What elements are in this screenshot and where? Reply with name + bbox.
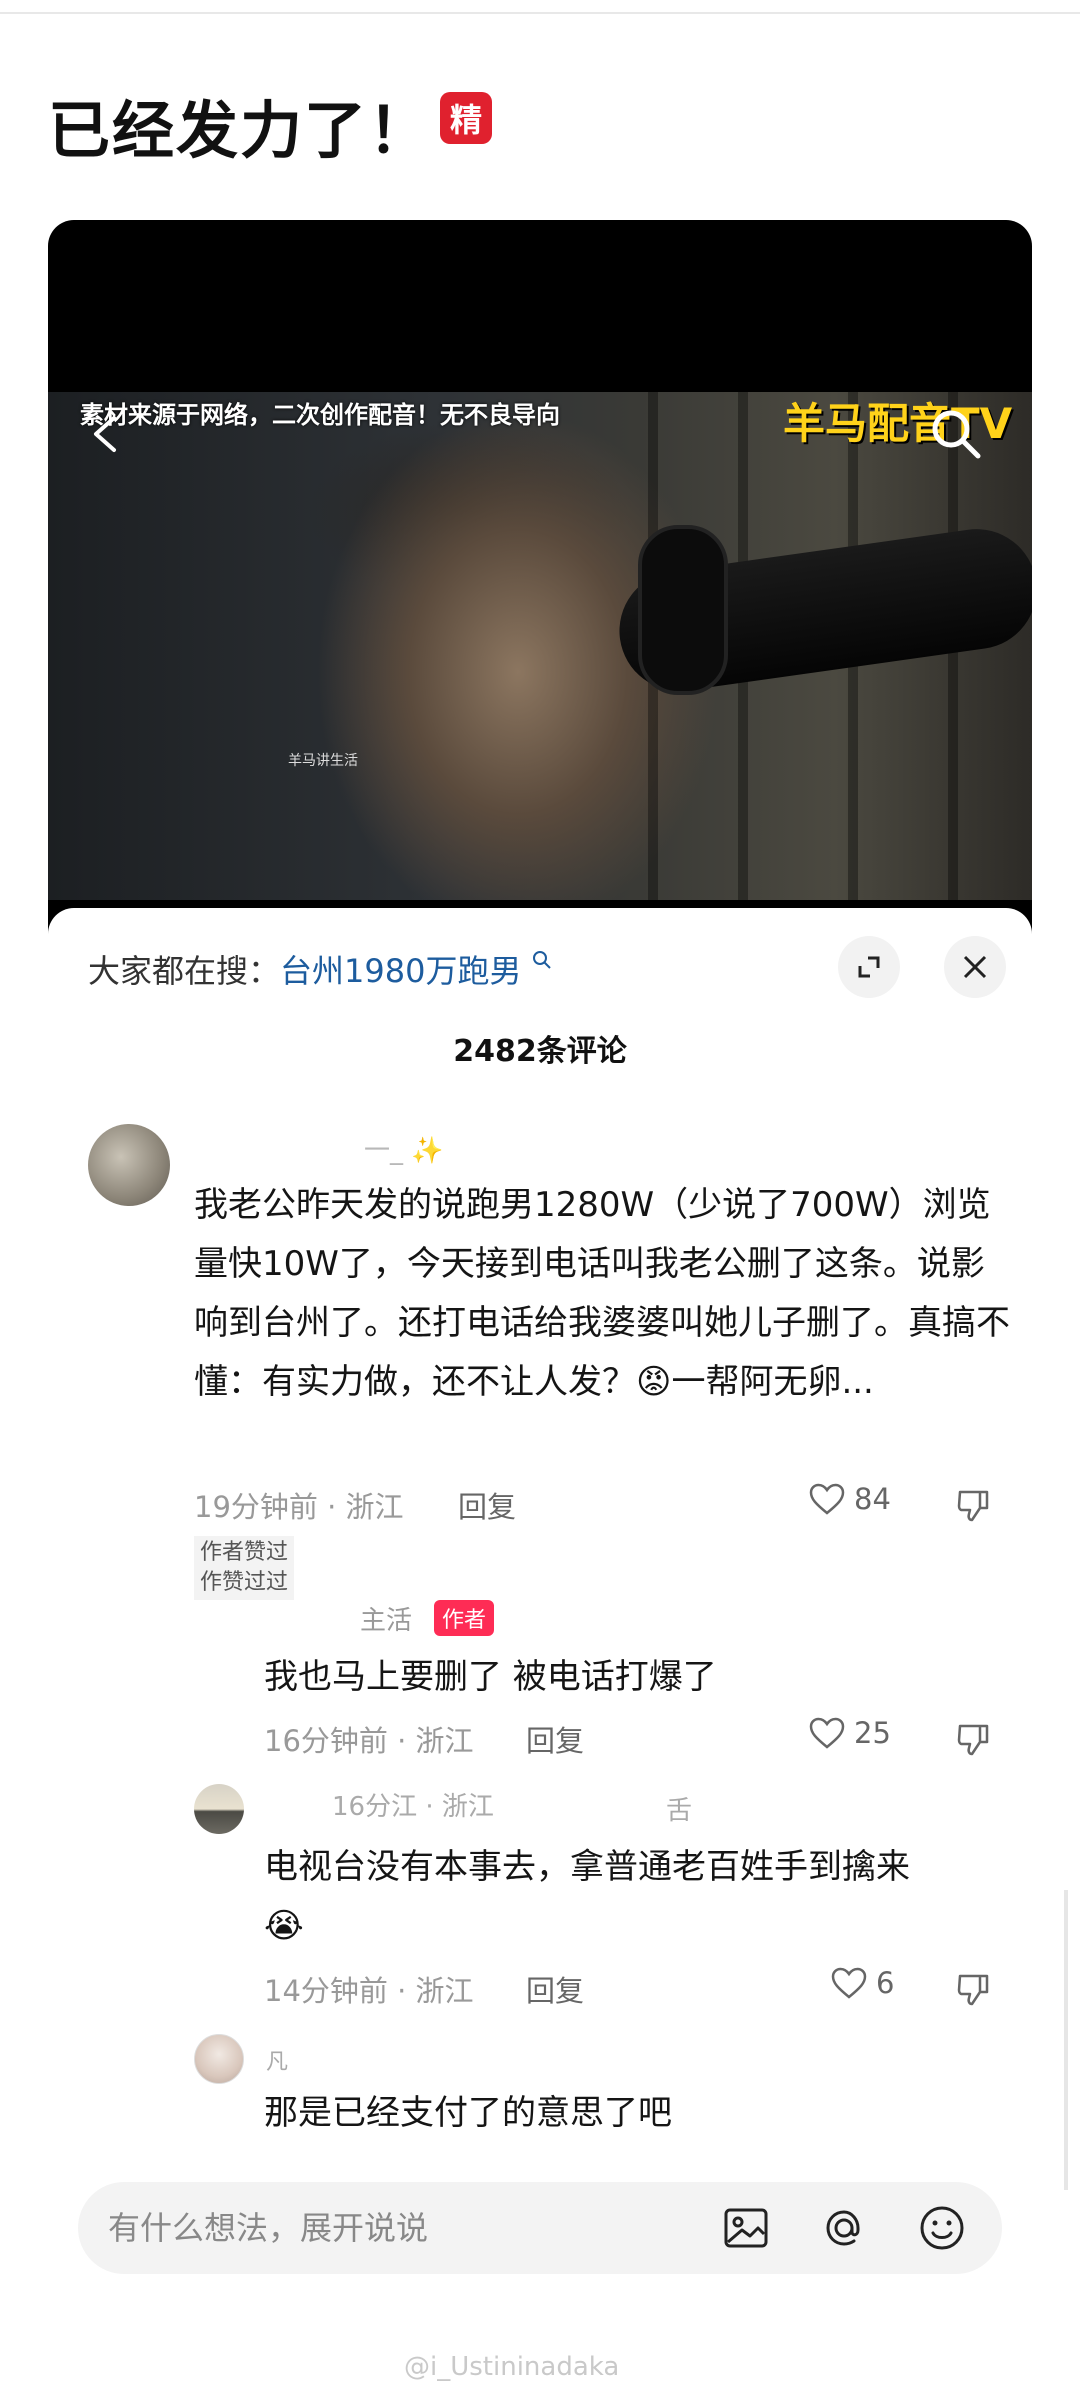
sheet-fade [48,2148,1032,2178]
heart-icon [831,1967,867,1999]
post-title: 已经发力了！ [48,94,433,167]
expand-icon [858,956,880,978]
image-icon[interactable] [720,2202,772,2254]
comment-count: 2482条评论 [453,1034,627,1069]
watermark: @i_Ustininadaka [404,2352,620,2382]
avatar[interactable] [88,1124,170,1206]
comment-text: 我老公昨天发的说跑男1280W（少说了700W）浏览量快10W了，今天接到电话叫… [194,1185,1010,1402]
dislike-icon[interactable] [954,1720,994,1760]
heart-icon [809,1717,845,1749]
comment-input[interactable] [108,2182,668,2274]
author-liked-tag: 作者赞过 作赞过过 [194,1536,295,1600]
close-icon [963,955,987,979]
emoji-icon[interactable] [916,2202,968,2254]
comment-meta: 16分钟前 · 浙江 [264,1724,474,1758]
dislike-icon[interactable] [954,1486,994,1526]
reply-button[interactable]: 回复 [526,1968,584,2010]
heart-icon [809,1483,845,1515]
top-divider [0,12,1080,14]
comment-text: 那是已经支付了的意思了吧 [264,2093,672,2133]
close-button[interactable] [944,936,1006,998]
crying-laughing-emoji: 😭 [264,1906,304,1946]
comment-text: 电视台没有本事去，拿普通老百姓手到擒来 😭 [264,1847,910,1946]
like-count: 84 [854,1482,891,1516]
video-caption: 羊马讲生活 [288,753,358,769]
dislike-icon[interactable] [954,1970,994,2010]
search-icon[interactable] [926,404,986,464]
commenter-name-fragment: 舌 [666,1796,693,1826]
reply-button[interactable]: 回复 [526,1718,584,1760]
video-player[interactable]: 素材来源于网络，二次创作配音！无不良导向 羊马配音TV 羊马讲生活 [48,220,1032,940]
commenter-name[interactable]: 一_ ✨ [364,1130,444,1167]
scope-eyepiece-image [638,525,728,695]
avatar[interactable] [194,1784,244,1834]
like-count: 25 [854,1716,891,1750]
author-tag: 作者 [434,1600,495,1636]
trending-term[interactable]: 台州1980万跑男 [280,952,521,990]
reply-button[interactable]: 回复 [458,1484,516,1526]
commenter-name[interactable]: 主活 [360,1600,412,1637]
scrollbar[interactable] [1064,1890,1068,2190]
trending-search[interactable]: 大家都在搜：台州1980万跑男 [88,946,552,992]
screen: 已经发力了！ 精 素材来源于网络，二次创作配音！无不良导向 羊马配音TV 羊马讲… [0,0,1080,2394]
comment-meta: 14分钟前 · 浙江 [264,1974,474,2008]
expand-button[interactable] [838,936,900,998]
like-button[interactable]: 84 [808,1482,891,1516]
search-icon [532,951,551,970]
commenter-name[interactable]: 16分江 · 浙江 [332,1786,494,1823]
comment-meta: 19分钟前 · 浙江 [194,1490,404,1524]
back-icon[interactable] [84,412,128,456]
like-button[interactable]: 6 [830,1966,894,2000]
comment-input-bar [78,2182,1002,2274]
at-icon[interactable] [818,2202,870,2254]
trending-prefix: 大家都在搜： [88,952,281,990]
like-count: 6 [876,1966,895,2000]
featured-badge: 精 [440,92,492,144]
video-subtitle: 素材来源于网络，二次创作配音！无不良导向 [80,400,560,429]
comment-sheet: 大家都在搜：台州1980万跑男 2482条评论 一_ ✨ 我老公昨天发的说跑男1… [48,908,1032,2178]
like-button[interactable]: 25 [808,1716,891,1750]
comment-text: 我也马上要删了 被电话打爆了 [264,1657,717,1697]
avatar[interactable] [194,2034,244,2084]
commenter-name[interactable]: 凡 [266,2044,288,2076]
